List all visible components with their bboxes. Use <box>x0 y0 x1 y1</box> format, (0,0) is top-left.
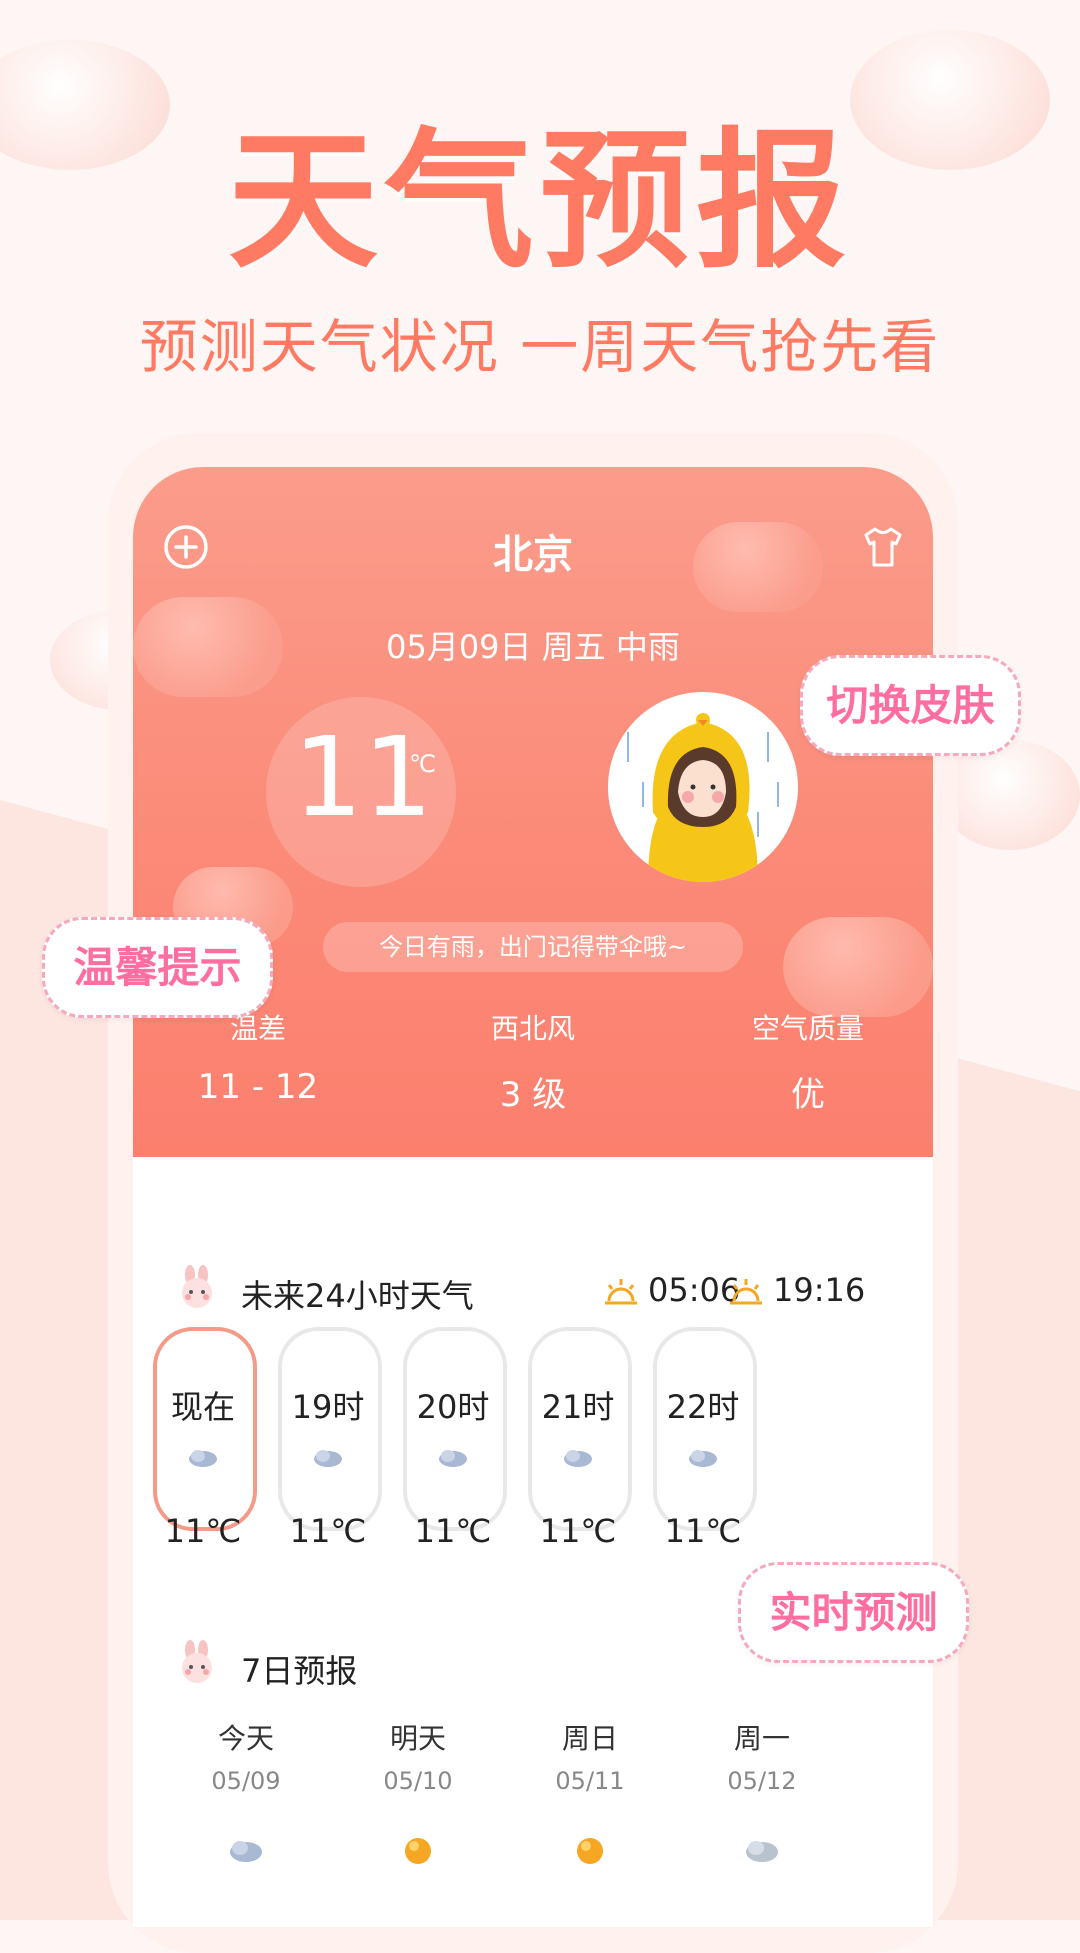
day-name: 周一 <box>733 1722 790 1755</box>
city-name[interactable]: 北京 <box>133 522 933 580</box>
stat-label-air-quality: 空气质量 <box>751 1012 864 1045</box>
hourly-card[interactable] <box>528 1327 632 1531</box>
raincoat-girl-avatar <box>627 713 779 882</box>
sticker-realtime: 实时预测 <box>738 1562 969 1663</box>
hourly-time: 19时 <box>291 1388 365 1426</box>
rain-cloud-icon <box>439 1450 467 1467</box>
promo-subtitle: 预测天气状况 一周天气抢先看 <box>139 313 941 381</box>
hourly-time: 21时 <box>541 1388 615 1426</box>
sticker-skin-switch: 切换皮肤 <box>800 655 1021 756</box>
weekly-title: 7日预报 <box>241 1652 358 1690</box>
day-date: 05/10 <box>383 1767 453 1795</box>
rain-cloud-icon <box>689 1450 717 1467</box>
day-column[interactable]: 周一 05/12 <box>687 1717 837 1795</box>
day-date: 05/09 <box>211 1767 281 1795</box>
hourly-card[interactable] <box>278 1327 382 1531</box>
stat-value-air-quality: 优 <box>791 1075 825 1115</box>
bunny-icon <box>182 1640 212 1683</box>
stat-value-temp-range: 11 - 12 <box>197 1067 319 1107</box>
sunset-icon <box>730 1279 762 1305</box>
day-date: 05/12 <box>727 1767 797 1795</box>
decor-cloud <box>783 917 933 1017</box>
hourly-temp: 11℃ <box>539 1512 617 1550</box>
hourly-time: 20时 <box>416 1388 490 1426</box>
rain-cloud-icon <box>189 1450 217 1467</box>
sunrise-time: 05:06 <box>648 1271 741 1309</box>
hourly-time: 22时 <box>666 1388 740 1426</box>
day-date: 05/11 <box>555 1767 625 1795</box>
hourly-section-header: 未来24小时天气 05:06 19:16 <box>133 1265 933 1325</box>
stat-label-wind: 西北风 <box>490 1012 575 1045</box>
rain-cloud-icon <box>314 1450 342 1467</box>
hourly-title: 未来24小时天气 <box>241 1277 474 1315</box>
sticker-warm-tip: 温馨提示 <box>42 917 273 1018</box>
temperature-unit: ℃ <box>409 750 436 778</box>
rain-cloud-icon <box>230 1841 262 1862</box>
hourly-temp: 11℃ <box>414 1512 492 1550</box>
sun-icon <box>405 1838 431 1864</box>
sunset-time: 19:16 <box>773 1271 866 1309</box>
sun-icon <box>577 1838 603 1864</box>
skin-avatar[interactable] <box>608 692 798 882</box>
day-name: 今天 <box>217 1722 274 1755</box>
sunrise-icon <box>605 1279 637 1305</box>
background-cloud <box>940 740 1080 850</box>
stat-value-wind: 3 级 <box>499 1075 567 1115</box>
hourly-temp: 11℃ <box>164 1512 242 1550</box>
hourly-temp: 11℃ <box>664 1512 742 1550</box>
hourly-card-now[interactable] <box>153 1327 257 1531</box>
hourly-temp: 11℃ <box>289 1512 367 1550</box>
hourly-card[interactable] <box>653 1327 757 1531</box>
date-weather: 05月09日 周五 中雨 <box>386 628 680 666</box>
hourly-time: 现在 <box>170 1388 235 1426</box>
day-name: 明天 <box>389 1722 446 1755</box>
hourly-card[interactable] <box>403 1327 507 1531</box>
day-column[interactable]: 明天 05/10 <box>343 1717 493 1795</box>
day-column[interactable]: 今天 05/09 <box>171 1717 321 1795</box>
day-column[interactable]: 周日 05/11 <box>515 1717 665 1795</box>
cloud-icon <box>746 1841 778 1862</box>
day-name: 周日 <box>561 1722 618 1755</box>
bunny-icon <box>182 1265 212 1308</box>
weather-tip: 今日有雨，出门记得带伞哦~ <box>323 922 743 972</box>
promo-title: 天气预报 <box>227 115 852 289</box>
rain-cloud-icon <box>564 1450 592 1467</box>
weather-hero: 北京 05月09日 周五 中雨 11 ℃ 今日有雨，出门记得带伞哦~ 温差 11… <box>133 467 933 1157</box>
